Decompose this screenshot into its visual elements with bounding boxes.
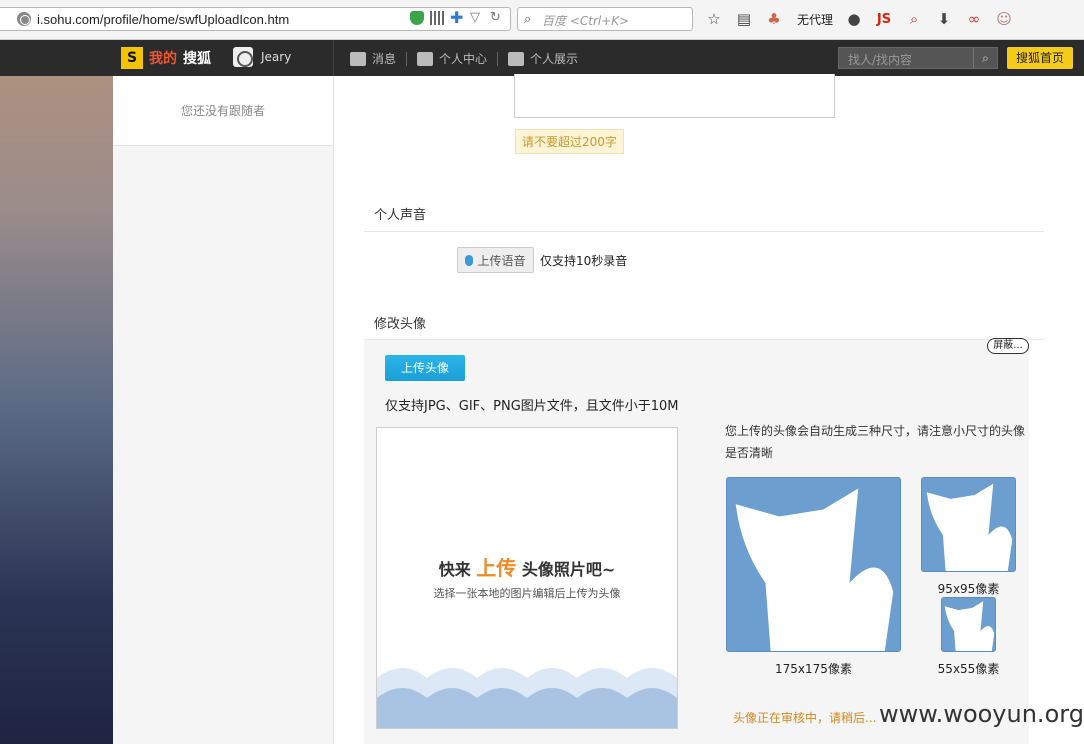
upload-avatar-button[interactable]: 上传头像 bbox=[385, 355, 465, 381]
microphone-icon bbox=[465, 254, 474, 266]
site-search-input[interactable]: 找人/找内容 ⌕ bbox=[838, 47, 998, 69]
search-icon: ⌕ bbox=[524, 12, 532, 27]
brand-sohu[interactable]: 搜狐 bbox=[183, 48, 211, 68]
avatar[interactable] bbox=[233, 47, 253, 67]
reading-list-icon[interactable]: ▤ bbox=[733, 8, 755, 30]
site-search-placeholder: 找人/找内容 bbox=[848, 53, 913, 67]
monkey-icon[interactable]: ☺ bbox=[993, 8, 1015, 30]
dropzone-title-after: 头像照片吧~ bbox=[521, 560, 616, 579]
qr-code-icon[interactable] bbox=[430, 11, 444, 25]
fox-silhouette-icon bbox=[735, 488, 894, 651]
globe-icon bbox=[17, 12, 31, 26]
fox-silhouette-icon bbox=[944, 601, 995, 651]
avatar-preview-large bbox=[726, 477, 901, 652]
browser-search-bar[interactable]: ⌕ 百度 <Ctrl+K> bbox=[517, 7, 693, 31]
nav-showcase[interactable]: 个人展示 bbox=[508, 50, 578, 67]
sohu-home-button[interactable]: 搜狐首页 bbox=[1007, 47, 1073, 69]
size-label-medium: 95x95像素 bbox=[937, 582, 1000, 596]
avatar-upload-panel: 上传头像 仅支持JPG、GIF、PNG图片文件，且文件小于10M 快来 上传 头… bbox=[364, 340, 1029, 744]
nav-profile-center[interactable]: 个人中心 bbox=[417, 50, 487, 67]
avatar-dropzone[interactable]: 快来 上传 头像照片吧~ 选择一张本地的图片编辑后上传为头像 bbox=[376, 427, 678, 729]
nav-separator bbox=[497, 51, 499, 66]
search-icon[interactable]: ⌕ bbox=[973, 48, 997, 68]
fox-silhouette-icon bbox=[926, 483, 1013, 571]
share-icon[interactable]: ∞ bbox=[963, 8, 985, 30]
char-limit-hint: 请不要超过200字 bbox=[515, 129, 624, 154]
shield-icon[interactable] bbox=[410, 11, 424, 25]
browser-search-placeholder: 百度 <Ctrl+K> bbox=[542, 14, 630, 28]
dropzone-subtitle: 选择一张本地的图片编辑后上传为头像 bbox=[433, 587, 621, 600]
clouds-decoration bbox=[377, 668, 677, 728]
nav-messages[interactable]: 消息 bbox=[350, 50, 396, 67]
upload-voice-button[interactable]: 上传语音 bbox=[457, 247, 534, 273]
avatar-size-note: 您上传的头像会自动生成三种尺寸，请注意小尺寸的头像是否清晰 bbox=[725, 424, 1026, 460]
home-icon bbox=[417, 51, 434, 66]
nav-showcase-label: 个人展示 bbox=[530, 52, 579, 66]
proxy-menu[interactable]: 无代理 bbox=[797, 11, 833, 28]
size-label-small: 55x55像素 bbox=[937, 662, 1000, 676]
sohu-logo-icon[interactable]: S bbox=[121, 47, 143, 69]
avatar-section-title: 修改头像 bbox=[374, 317, 427, 332]
review-notice: 头像正在审核中，请稍后... bbox=[733, 711, 877, 725]
section-divider bbox=[364, 231, 1044, 232]
shield-tag[interactable]: 屏蔽... bbox=[987, 338, 1029, 354]
avatar-preview-medium bbox=[921, 477, 1016, 572]
zoom-icon[interactable]: ⌕ bbox=[903, 8, 925, 30]
people-icon bbox=[508, 51, 525, 66]
bio-textarea[interactable] bbox=[514, 74, 835, 118]
addon-icon[interactable]: ♣ bbox=[763, 8, 785, 30]
voice-tip: 仅支持10秒录音 bbox=[540, 254, 628, 268]
address-url[interactable]: i.sohu.com/profile/home/swfUploadIcon.ht… bbox=[37, 12, 289, 27]
left-sidebar: 您还没有跟随者 bbox=[113, 76, 334, 744]
download-icon[interactable]: ⬇ bbox=[933, 8, 955, 30]
upload-voice-label: 上传语音 bbox=[477, 253, 526, 268]
username[interactable]: Jeary bbox=[261, 50, 291, 64]
nav-divider bbox=[333, 40, 334, 76]
brand[interactable]: S 我的 搜狐 bbox=[121, 47, 211, 69]
nav-messages-label: 消息 bbox=[372, 52, 397, 66]
js-toggle[interactable]: JS bbox=[873, 8, 895, 30]
user-menu[interactable]: Jeary bbox=[233, 47, 291, 67]
watermark: www.wooyun.org bbox=[879, 700, 1084, 728]
reload-icon[interactable]: ↻ bbox=[490, 11, 504, 25]
brand-my[interactable]: 我的 bbox=[149, 48, 177, 68]
nav-profile-center-label: 个人中心 bbox=[439, 52, 488, 66]
address-bar[interactable]: i.sohu.com/profile/home/swfUploadIcon.ht… bbox=[0, 7, 511, 31]
dropzone-title: 快来 上传 头像照片吧~ bbox=[377, 552, 677, 581]
avatar-preview-small bbox=[941, 597, 996, 652]
bookmark-star-icon[interactable]: ☆ bbox=[703, 8, 725, 30]
chat-icon bbox=[350, 51, 366, 66]
dropzone-title-highlight: 上传 bbox=[476, 556, 517, 580]
dropdown-arrow-icon[interactable]: ▽ bbox=[470, 11, 484, 25]
nav-separator bbox=[406, 51, 408, 66]
voice-section-title: 个人声音 bbox=[374, 208, 427, 223]
followers-empty-text: 您还没有跟随者 bbox=[113, 76, 333, 146]
main-content: 请不要超过200字 个人声音 上传语音 仅支持10秒录音 修改头像 上传头像 仅… bbox=[334, 74, 1084, 744]
add-icon[interactable]: ✚ bbox=[450, 10, 464, 26]
addon-avatar-icon[interactable]: ● bbox=[843, 8, 865, 30]
browser-toolbar: i.sohu.com/profile/home/swfUploadIcon.ht… bbox=[0, 0, 1084, 40]
dropzone-title-before: 快来 bbox=[438, 560, 471, 579]
format-tip: 仅支持JPG、GIF、PNG图片文件，且文件小于10M bbox=[385, 399, 679, 414]
size-label-large: 175x175像素 bbox=[775, 662, 852, 676]
